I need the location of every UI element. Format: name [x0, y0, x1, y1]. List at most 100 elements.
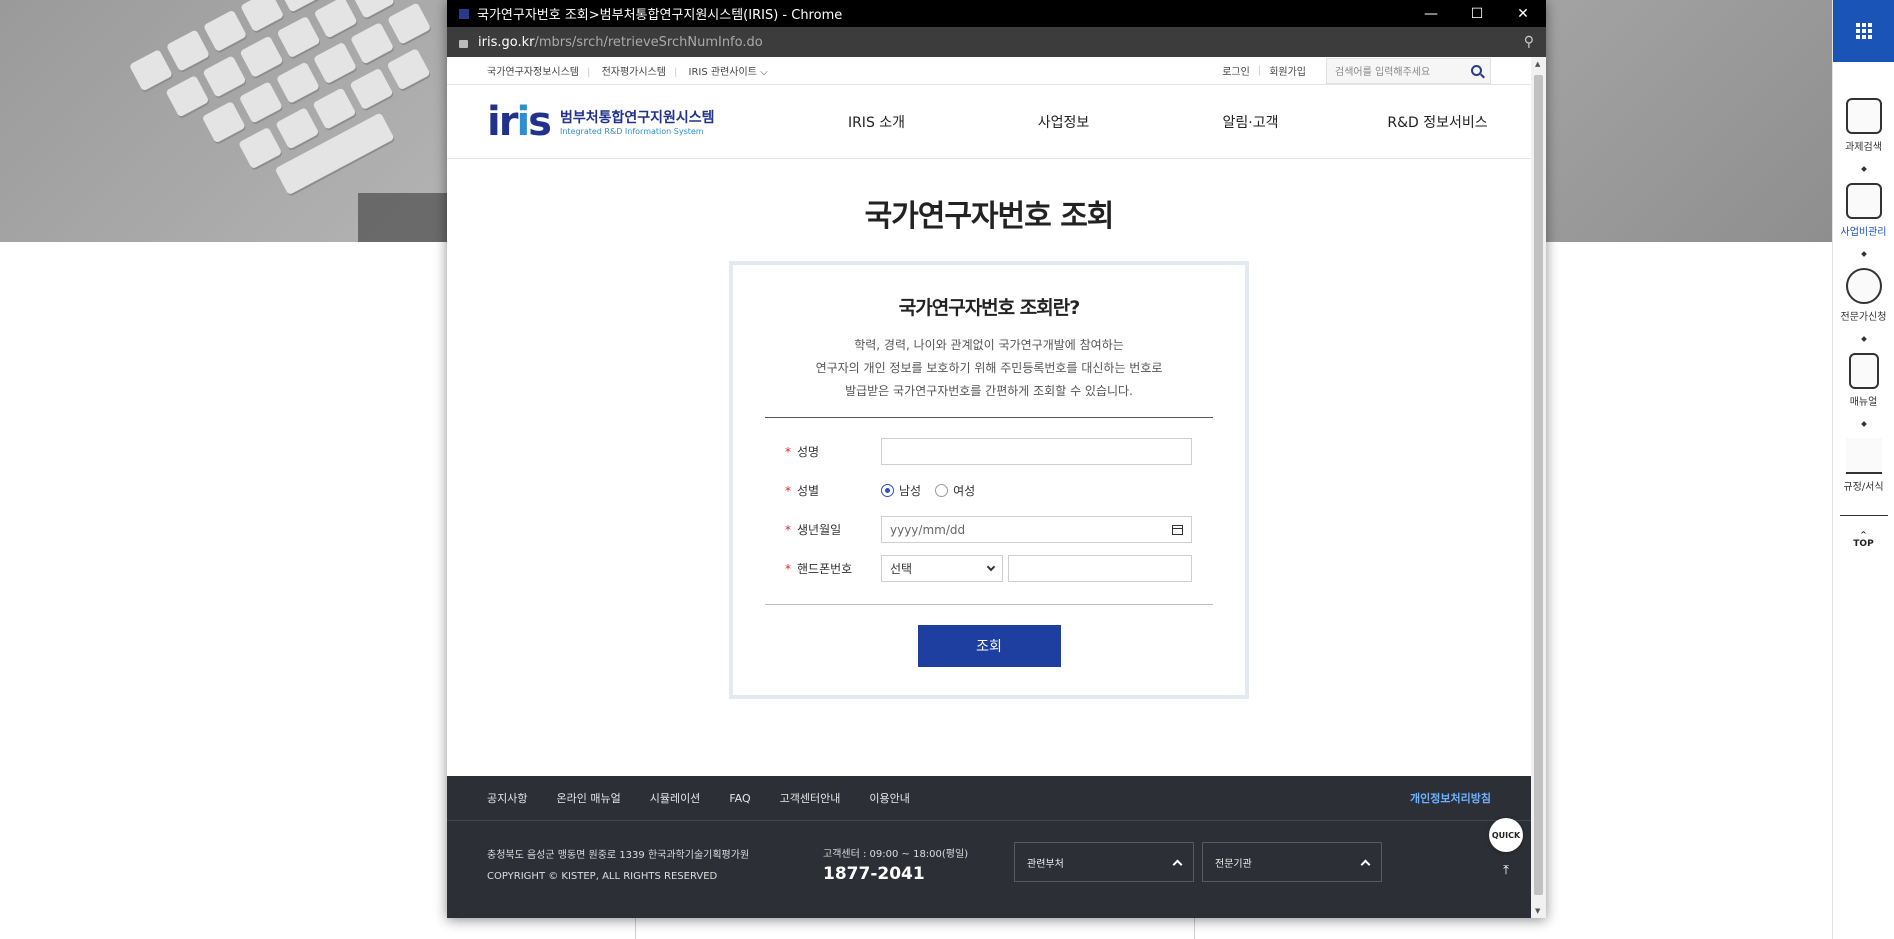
- scroll-down-arrow[interactable]: ▼: [1535, 907, 1540, 915]
- menu-notice-customer[interactable]: 알림·고객: [1157, 112, 1344, 132]
- gender-female-radio[interactable]: 여성: [935, 482, 975, 499]
- scrollbar-thumb[interactable]: [1534, 75, 1543, 895]
- quick-button[interactable]: QUICK: [1489, 818, 1523, 852]
- background-divider: [1194, 916, 1195, 939]
- util-link-evaluation[interactable]: 전자평가시스템: [602, 67, 666, 78]
- util-link-related-sites[interactable]: IRIS 관련사이트 ⌵: [689, 67, 768, 78]
- description-line: 연구자의 개인 정보를 보호하기 위해 주민등록번호를 대신하는 번호로: [815, 361, 1163, 375]
- maximize-button[interactable]: ☐: [1454, 6, 1500, 22]
- rail-divider: [1839, 515, 1888, 516]
- related-dept-select[interactable]: 관련부처: [1014, 842, 1194, 882]
- required-mark: *: [785, 522, 791, 537]
- date-placeholder: yyyy/mm/dd: [890, 522, 966, 537]
- close-button[interactable]: ✕: [1500, 6, 1546, 22]
- search-input[interactable]: 검색어를 입력해주세요: [1335, 63, 1430, 78]
- birth-date-field[interactable]: yyyy/mm/dd: [881, 516, 1192, 543]
- footer-link-faq[interactable]: FAQ: [729, 792, 750, 805]
- util-link-researcher-info[interactable]: 국가연구자정보시스템: [487, 67, 579, 78]
- rail-item-manual[interactable]: 매뉴얼: [1833, 353, 1894, 408]
- util-separator: |: [587, 67, 591, 78]
- chevron-up-icon: [1360, 859, 1371, 869]
- utility-bar: 국가연구자정보시스템 | 전자평가시스템 | IRIS 관련사이트 ⌵ 로그인 | …: [447, 57, 1531, 85]
- rail-top-button[interactable]: ^ TOP: [1833, 530, 1894, 549]
- util-separator: |: [673, 67, 678, 78]
- name-label: 성명: [797, 445, 820, 459]
- main-navigation: iris 범부처통합연구지원시스템 Integrated R&D Informa…: [447, 85, 1531, 159]
- footer-link-usage[interactable]: 이용안내: [869, 790, 909, 806]
- calculator-coins-icon: [1845, 183, 1882, 219]
- calendar-icon[interactable]: [1172, 524, 1183, 535]
- phone-carrier-select[interactable]: 선택: [881, 555, 1003, 582]
- page-title: 국가연구자번호 조회: [864, 199, 1115, 234]
- url-domain: iris.go.kr: [478, 34, 535, 50]
- name-field[interactable]: [881, 438, 1192, 465]
- logo-mark: iris: [487, 98, 552, 145]
- window-title: 국가연구자번호 조회>범부처통합연구지원시스템(IRIS) - Chrome: [477, 8, 843, 23]
- rail-item-label: 전문가신청: [1840, 312, 1887, 323]
- lookup-form: * 성명 * 성별 남성 여성 * 생년월일 yyyy/mm/dd * 핸드폰번…: [765, 438, 1213, 582]
- menu-rnd-info[interactable]: R&D 정보서비스: [1344, 112, 1531, 132]
- logo-english-name: Integrated R&D Information System: [559, 127, 704, 136]
- phone-number-field[interactable]: [1008, 555, 1192, 582]
- footer-link-manual[interactable]: 온라인 매뉴얼: [556, 790, 620, 806]
- logo-korean-name: 범부처통합연구지원시스템: [559, 110, 715, 126]
- chevron-up-icon: [1172, 859, 1183, 869]
- rail-item-regulation[interactable]: 규정/서식: [1833, 438, 1894, 493]
- lock-icon: [459, 40, 468, 48]
- header-search[interactable]: 검색어를 입력해주세요: [1326, 57, 1491, 84]
- chrome-popup-window: 국가연구자번호 조회>범부처통합연구지원시스템(IRIS) - Chrome —…: [447, 0, 1546, 918]
- footer-info: 충청북도 음성군 맹동면 원중로 1339 한국과학기술기획평가원 COPYRI…: [447, 821, 1531, 911]
- book-icon: [1848, 353, 1879, 389]
- required-mark: *: [785, 483, 791, 498]
- gender-male-radio[interactable]: 남성: [881, 482, 921, 499]
- customer-center-hours: 고객센터 : 09:00 ~ 18:00(평일): [823, 849, 969, 860]
- iris-logo[interactable]: iris 범부처통합연구지원시스템 Integrated R&D Informa…: [487, 99, 743, 145]
- vertical-scrollbar[interactable]: ▲ ▼: [1531, 57, 1546, 918]
- util-separator: |: [1257, 65, 1262, 76]
- rail-item-label: 과제검색: [1845, 142, 1882, 153]
- footer: 공지사항 온라인 매뉴얼 시뮬레이션 FAQ 고객센터안내 이용안내 개인정보처…: [447, 776, 1531, 918]
- select-value: 선택: [890, 562, 913, 576]
- scroll-to-top-icon[interactable]: ⤒: [1499, 864, 1513, 878]
- birth-label: 생년월일: [797, 523, 842, 537]
- quick-rail: 과제검색 사업비관리 전문가신청 매뉴얼 규정/서식 ^ TOP: [1832, 0, 1894, 939]
- form-divider: [765, 604, 1213, 605]
- rail-separator-dot: [1860, 336, 1867, 342]
- menu-iris-intro[interactable]: IRIS 소개: [783, 112, 970, 132]
- menu-business-info[interactable]: 사업정보: [970, 112, 1157, 132]
- join-link[interactable]: 회원가입: [1269, 63, 1306, 78]
- phone-row: * 핸드폰번호 선택: [765, 555, 1213, 582]
- footer-link-privacy[interactable]: 개인정보처리방침: [1410, 790, 1491, 806]
- pen-icon: [1845, 438, 1882, 474]
- radio-unchecked-icon: [935, 484, 949, 497]
- search-icon[interactable]: [1471, 65, 1482, 76]
- select-label: 전문기관: [1215, 858, 1252, 870]
- rail-item-task-search[interactable]: 과제검색: [1833, 98, 1894, 153]
- birth-row: * 생년월일 yyyy/mm/dd: [765, 516, 1213, 543]
- description: 학력, 경력, 나이와 관계없이 국가연구개발에 참여하는 연구자의 개인 정보…: [765, 334, 1213, 403]
- favicon-icon: [459, 8, 469, 19]
- background-shape: [358, 193, 448, 242]
- rail-item-expert[interactable]: 전문가신청: [1833, 268, 1894, 323]
- footer-link-simulation[interactable]: 시뮬레이션: [650, 790, 701, 806]
- search-submit-button[interactable]: 조회: [917, 625, 1061, 667]
- description-line: 학력, 경력, 나이와 관계없이 국가연구개발에 참여하는: [854, 338, 1124, 352]
- minimize-button[interactable]: —: [1408, 6, 1454, 22]
- footer-link-notice[interactable]: 공지사항: [487, 790, 527, 806]
- rail-item-budget[interactable]: 사업비관리: [1833, 183, 1894, 238]
- monitor-search-icon: [1845, 98, 1882, 134]
- expert-org-select[interactable]: 전문기관: [1202, 842, 1382, 882]
- box-title: 국가연구자번호 조회란?: [898, 297, 1080, 319]
- radio-label: 여성: [953, 484, 976, 498]
- background-divider: [635, 916, 636, 939]
- rail-item-label: 매뉴얼: [1849, 397, 1878, 408]
- all-menu-button[interactable]: [1833, 0, 1894, 62]
- name-row: * 성명: [765, 438, 1213, 465]
- url-path: /mbrs/srch/retrieveSrchNumInfo.do: [534, 34, 763, 50]
- footer-link-customer-center[interactable]: 고객센터안내: [780, 790, 841, 806]
- login-link[interactable]: 로그인: [1222, 63, 1250, 78]
- zoom-icon[interactable]: ⚲: [1524, 34, 1534, 50]
- address-bar[interactable]: iris.go.kr/mbrs/srch/retrieveSrchNumInfo…: [447, 27, 1546, 57]
- required-mark: *: [785, 561, 791, 576]
- scroll-up-arrow[interactable]: ▲: [1535, 60, 1540, 68]
